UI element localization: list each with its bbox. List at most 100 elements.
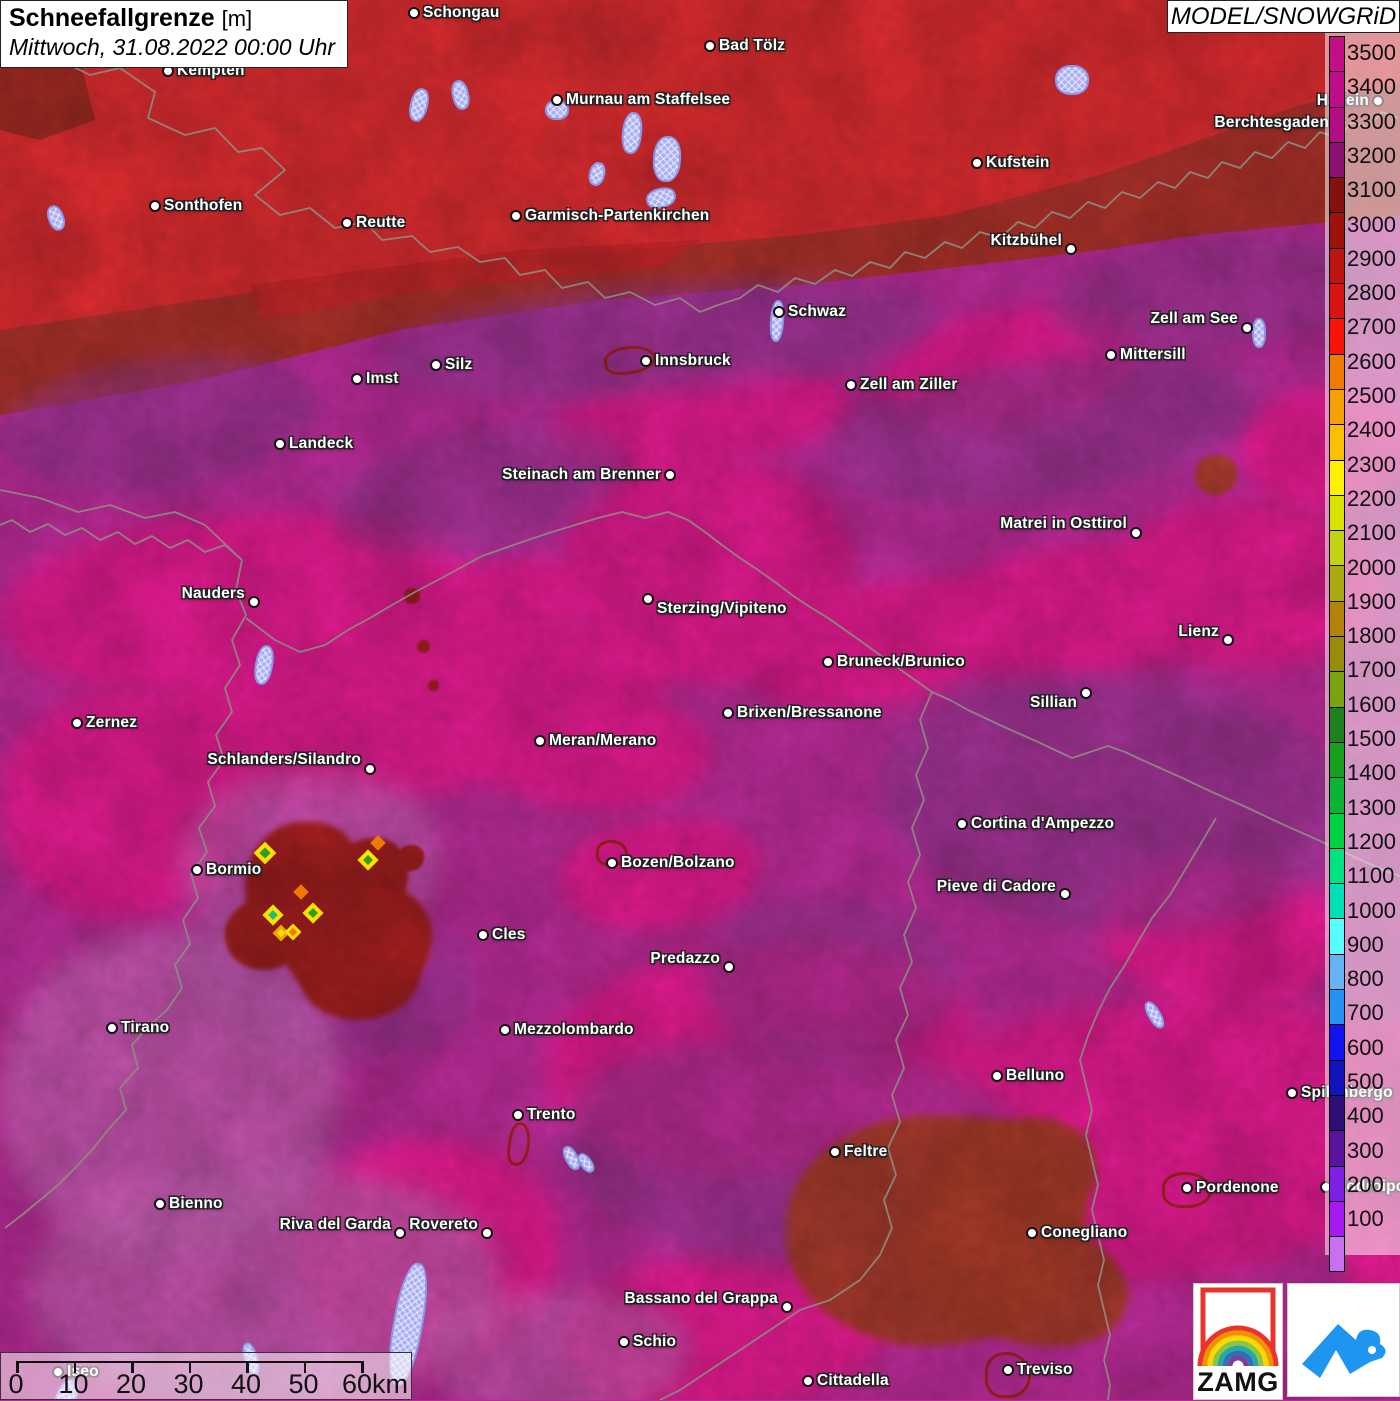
colorbar-segment bbox=[1330, 919, 1344, 954]
city-dot bbox=[956, 818, 968, 830]
colorbar-label: 800 bbox=[1347, 962, 1384, 996]
city-dot bbox=[408, 7, 420, 19]
city-label: Berchtesgaden bbox=[1214, 114, 1329, 132]
city-label: Brixen/Bressanone bbox=[737, 704, 882, 722]
colorbar-label: 3200 bbox=[1347, 139, 1396, 173]
colorbar-label: 200 bbox=[1347, 1168, 1384, 1202]
city-dot bbox=[1080, 687, 1092, 699]
city-label: Bienno bbox=[169, 1195, 223, 1213]
city-dot bbox=[1002, 1364, 1014, 1376]
colorbar-segment bbox=[1330, 213, 1344, 248]
city-label: Reutte bbox=[356, 214, 405, 232]
city-label: Conegliano bbox=[1041, 1224, 1127, 1242]
city-label: Cittadella bbox=[817, 1372, 889, 1390]
city-label: Cles bbox=[492, 926, 526, 944]
weather-map-page: { "header": { "title": "Schneefallgrenze… bbox=[0, 0, 1400, 1400]
colorbar-segment bbox=[1330, 319, 1344, 354]
colorbar-segment bbox=[1330, 143, 1344, 178]
city-dot bbox=[1059, 888, 1071, 900]
subtitle-date: Mittwoch, 31.08.2022 00:00 Uhr bbox=[9, 34, 339, 61]
city-dot bbox=[1105, 349, 1117, 361]
colorbar-segment bbox=[1330, 249, 1344, 284]
city-dot bbox=[191, 864, 203, 876]
colorbar-segment bbox=[1330, 178, 1344, 213]
colorbar-segment bbox=[1330, 955, 1344, 990]
colorbar-label: 3100 bbox=[1347, 173, 1396, 207]
city-dot bbox=[971, 157, 983, 169]
colorbar-segment bbox=[1330, 108, 1344, 143]
city-dot bbox=[722, 707, 734, 719]
city-label: Treviso bbox=[1017, 1361, 1073, 1379]
colorbar-label: 1000 bbox=[1347, 894, 1396, 928]
colorbar-label: 2000 bbox=[1347, 551, 1396, 585]
colorbar-segment bbox=[1330, 1096, 1344, 1131]
scalebar: 0102030405060km bbox=[0, 1352, 412, 1400]
city-label: Predazzo bbox=[650, 950, 720, 968]
colorbar-label: 2100 bbox=[1347, 516, 1396, 550]
colorbar-label: 3500 bbox=[1347, 36, 1396, 70]
city-dot bbox=[394, 1227, 406, 1239]
colorbar-label: 2500 bbox=[1347, 379, 1396, 413]
glacier-marker-core bbox=[277, 929, 285, 937]
colorbar-segment bbox=[1330, 1167, 1344, 1202]
city-dot bbox=[106, 1022, 118, 1034]
colorbar-label: 600 bbox=[1347, 1031, 1384, 1065]
city-label: Pordenone bbox=[1196, 1179, 1279, 1197]
model-label: MODEL/SNOWGRiD bbox=[1171, 3, 1396, 30]
colorbar-segment bbox=[1330, 743, 1344, 778]
colorbar-segment bbox=[1330, 602, 1344, 637]
scalebar-tick-label: 20 bbox=[116, 1369, 146, 1400]
colorbar-label: 3400 bbox=[1347, 70, 1396, 104]
colorbar-label: 2200 bbox=[1347, 482, 1396, 516]
city-dot bbox=[606, 857, 618, 869]
colorbar-segment bbox=[1330, 72, 1344, 107]
city-label: Pieve di Cadore bbox=[937, 878, 1056, 896]
city-dot bbox=[481, 1227, 493, 1239]
colorbar-label: 500 bbox=[1347, 1065, 1384, 1099]
city-dot bbox=[1065, 243, 1077, 255]
city-dot bbox=[477, 929, 489, 941]
city-label: Sterzing/Vipiteno bbox=[657, 600, 787, 618]
glacier-marker bbox=[357, 849, 378, 870]
colorbar-label: 2900 bbox=[1347, 242, 1396, 276]
city-label: Bormio bbox=[206, 861, 261, 879]
city-dot bbox=[822, 656, 834, 668]
colorbar-segment bbox=[1330, 708, 1344, 743]
city-dot bbox=[640, 355, 652, 367]
city-label: Rovereto bbox=[409, 1216, 478, 1234]
colorbar-label: 1300 bbox=[1347, 791, 1396, 825]
city-label: Belluno bbox=[1006, 1067, 1064, 1085]
city-dot bbox=[1222, 634, 1234, 646]
city-label: Sonthofen bbox=[164, 197, 242, 215]
colorbar-label: 1600 bbox=[1347, 688, 1396, 722]
city-dot bbox=[991, 1070, 1003, 1082]
city-dot bbox=[723, 961, 735, 973]
scalebar-tick-label: 40 bbox=[231, 1369, 261, 1400]
city-dot bbox=[512, 1109, 524, 1121]
city-label: Schongau bbox=[423, 4, 500, 22]
zamg-logo: ZAMG bbox=[1193, 1283, 1283, 1400]
city-label: Schwaz bbox=[788, 303, 846, 321]
city-dot bbox=[1130, 527, 1142, 539]
colorbar-segment bbox=[1330, 637, 1344, 672]
city-label: Bad Tölz bbox=[719, 37, 785, 55]
scalebar-tick-label: 60km bbox=[342, 1369, 408, 1400]
colorbar-segment bbox=[1330, 461, 1344, 496]
scalebar-tick-label: 30 bbox=[173, 1369, 203, 1400]
glacier-marker-core bbox=[308, 908, 319, 919]
city-label: Mezzolombardo bbox=[514, 1021, 634, 1039]
city-label: Zernez bbox=[86, 714, 137, 732]
colorbar-label: 700 bbox=[1347, 996, 1384, 1030]
city-dot bbox=[154, 1198, 166, 1210]
colorbar-label: 300 bbox=[1347, 1134, 1384, 1168]
city-dot bbox=[551, 94, 563, 106]
colorbar-label: 1500 bbox=[1347, 722, 1396, 756]
glacier-marker bbox=[293, 884, 309, 900]
scalebar-tick-label: 10 bbox=[58, 1369, 88, 1400]
city-label: Meran/Merano bbox=[549, 732, 656, 750]
city-label: Riva del Garda bbox=[280, 1216, 391, 1234]
city-label: Kufstein bbox=[986, 154, 1050, 172]
city-label: Tirano bbox=[121, 1019, 169, 1037]
colorbar-segment bbox=[1330, 284, 1344, 319]
city-label: Murnau am Staffelsee bbox=[566, 91, 730, 109]
